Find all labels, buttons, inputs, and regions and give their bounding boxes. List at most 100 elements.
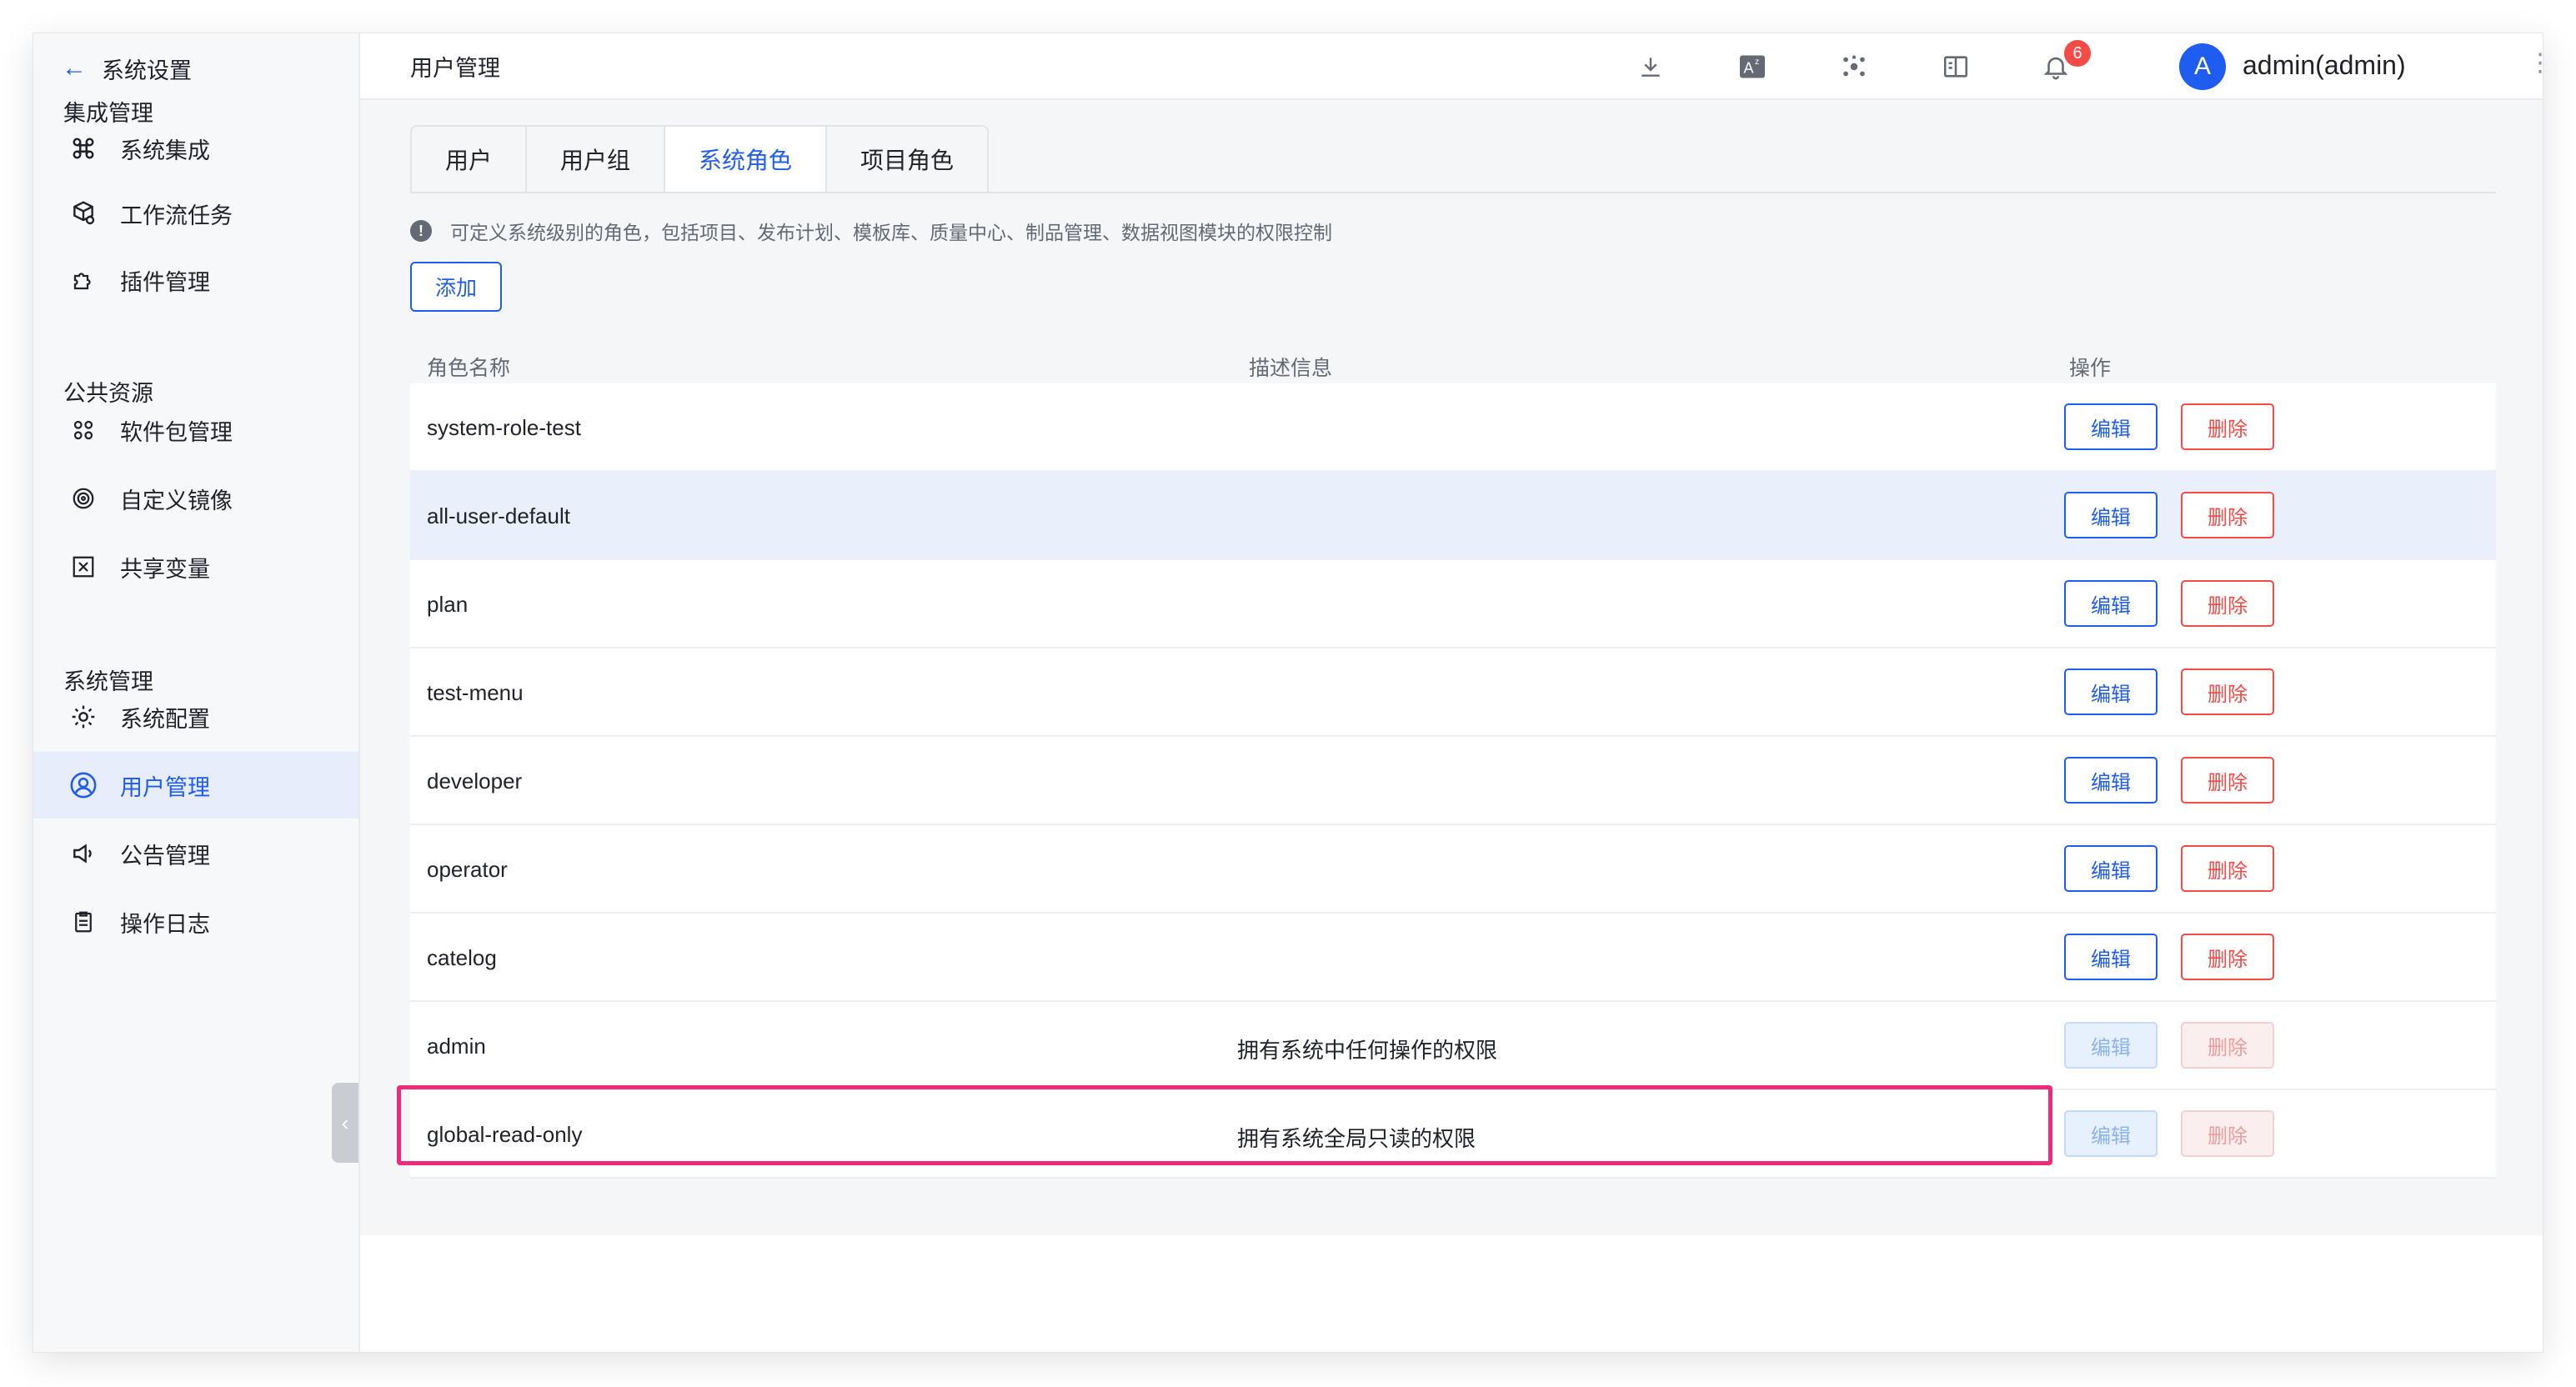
sidebar-item-plugin-management[interactable]: 插件管理 [33,247,358,313]
table-header: 角色名称 描述信息 操作 [410,342,2496,383]
sidebar-item-label: 共享变量 [120,556,210,582]
book-icon[interactable] [1937,48,1974,85]
table-row: system-role-test 编辑 删除 [410,383,2496,472]
sidebar-item-operation-log[interactable]: 操作日志 [33,889,358,955]
edit-button[interactable]: 编辑 [2064,845,2158,892]
clipboard-icon [67,905,100,939]
sidebar-item-system-integration[interactable]: 系统集成 [33,115,358,182]
role-name: system-role-test [427,415,581,440]
user-icon [67,769,100,802]
speaker-icon [67,837,100,870]
delete-button[interactable]: 删除 [2181,845,2274,892]
column-header-role-name: 角色名称 [427,357,511,380]
sidebar-item-label: 自定义镜像 [120,488,233,513]
delete-button[interactable]: 删除 [2181,492,2274,538]
delete-button[interactable]: 删除 [2181,757,2274,804]
edit-button[interactable]: 编辑 [2064,934,2158,980]
delete-button: 删除 [2181,1110,2274,1157]
edit-button: 编辑 [2064,1022,2158,1069]
disc-icon [67,482,100,515]
username[interactable]: admin(admin) [2243,50,2406,81]
column-header-actions: 操作 [2069,357,2112,380]
edit-button[interactable]: 编辑 [2064,580,2158,627]
sidebar-item-label: 插件管理 [120,269,210,295]
variable-icon [67,550,100,583]
more-vertical-icon[interactable]: ⋮ [2528,48,2543,78]
role-name: test-menu [427,680,524,705]
delete-button[interactable]: 删除 [2181,934,2274,980]
sidebar-item-label: 工作流任务 [120,203,233,228]
tabs-divider [410,192,2496,193]
table-row: all-user-default 编辑 删除 [410,472,2496,560]
sidebar-item-label: 系统集成 [120,138,210,163]
svg-text:A: A [1744,60,1754,77]
sidebar-item-announcements[interactable]: 公告管理 [33,820,358,887]
sidebar-item-label: 软件包管理 [120,419,233,445]
edit-button[interactable]: 编辑 [2064,757,2158,804]
chevron-left-icon: ‹ [341,1109,349,1135]
main-content: 用户 用户组 系统角色 项目角色 ! 可定义系统级别的角色，包括项目、发布计划、… [360,100,2543,1235]
table-row: plan 编辑 删除 [410,560,2496,648]
app-window: ← 系统设置 集成管理 系统集成 工作流任务 插件管理 公共资源 软件包管理 自… [33,33,2543,1352]
role-name: developer [427,769,523,794]
delete-button[interactable]: 删除 [2181,668,2274,715]
table-row: catelog 编辑 删除 [410,914,2496,1002]
role-name: plan [427,592,469,617]
sidebar-item-label: 系统配置 [120,706,210,732]
sidebar-title: 系统设置 [102,58,192,83]
delete-button[interactable]: 删除 [2181,403,2274,450]
table-row: test-menu 编辑 删除 [410,648,2496,737]
sidebar-item-shared-variables[interactable]: 共享变量 [33,533,358,600]
svg-text:z: z [1755,57,1759,67]
translate-icon[interactable]: Az [1734,48,1771,85]
info-text: 可定义系统级别的角色，包括项目、发布计划、模板库、质量中心、制品管理、数据视图模… [450,222,1332,243]
notification-badge: 6 [2064,40,2091,67]
sidebar-item-package-management[interactable]: 软件包管理 [33,397,358,463]
sidebar-item-label: 操作日志 [120,911,210,937]
back-arrow-icon[interactable]: ← [62,56,87,81]
download-icon[interactable] [1632,48,1669,85]
table-row: admin 拥有系统中任何操作的权限 编辑 删除 [410,1002,2496,1090]
tab-bar: 用户 用户组 系统角色 项目角色 [410,125,990,193]
add-button[interactable]: 添加 [410,262,502,312]
sidebar-item-user-management[interactable]: 用户管理 [33,752,358,819]
column-header-description: 描述信息 [1249,357,1333,380]
edit-button: 编辑 [2064,1110,2158,1157]
tab-users[interactable]: 用户 [410,125,526,193]
edit-button[interactable]: 编辑 [2064,668,2158,715]
topbar: 用户管理 Az 6 A admin(admin) ⋮ [360,33,2543,100]
puzzle-icon [67,263,100,297]
role-name: catelog [427,945,497,970]
role-name: all-user-default [427,503,570,528]
main-blank-area [360,1235,2543,1352]
delete-button[interactable]: 删除 [2181,580,2274,627]
sidebar-item-label: 公告管理 [120,843,210,869]
page-title: 用户管理 [410,56,500,81]
sidebar: ← 系统设置 集成管理 系统集成 工作流任务 插件管理 公共资源 软件包管理 自… [33,33,360,1352]
command-icon [67,132,100,165]
tab-user-groups[interactable]: 用户组 [525,125,664,193]
roles-table-body: system-role-test 编辑 删除 all-user-default 编辑 删除… [410,383,2496,1179]
table-row: developer 编辑 删除 [410,737,2496,825]
cube-gear-icon [67,197,100,230]
table-row: operator 编辑 删除 [410,825,2496,914]
exclamation-icon: ! [410,220,432,242]
info-note: ! 可定义系统级别的角色，包括项目、发布计划、模板库、质量中心、制品管理、数据视… [410,217,1332,245]
edit-button[interactable]: 编辑 [2064,492,2158,538]
role-name: admin [427,1034,486,1059]
apps-cluster-icon[interactable] [1836,48,1872,85]
grid-icon [67,413,100,447]
sidebar-item-label: 用户管理 [120,774,210,800]
sidebar-item-system-config[interactable]: 系统配置 [33,683,358,750]
role-description: 拥有系统中任何操作的权限 [1237,1038,1498,1063]
edit-button[interactable]: 编辑 [2064,403,2158,450]
gear-icon [67,700,100,734]
sidebar-item-workflow-tasks[interactable]: 工作流任务 [33,180,358,247]
highlight-box [397,1085,2052,1165]
sidebar-header[interactable]: ← 系统设置 [62,52,192,85]
sidebar-item-custom-image[interactable]: 自定义镜像 [33,465,358,532]
tab-system-roles[interactable]: 系统角色 [664,125,826,193]
avatar[interactable]: A [2179,43,2226,90]
tab-project-roles[interactable]: 项目角色 [825,125,990,193]
sidebar-collapse-handle[interactable]: ‹ [332,1083,358,1163]
